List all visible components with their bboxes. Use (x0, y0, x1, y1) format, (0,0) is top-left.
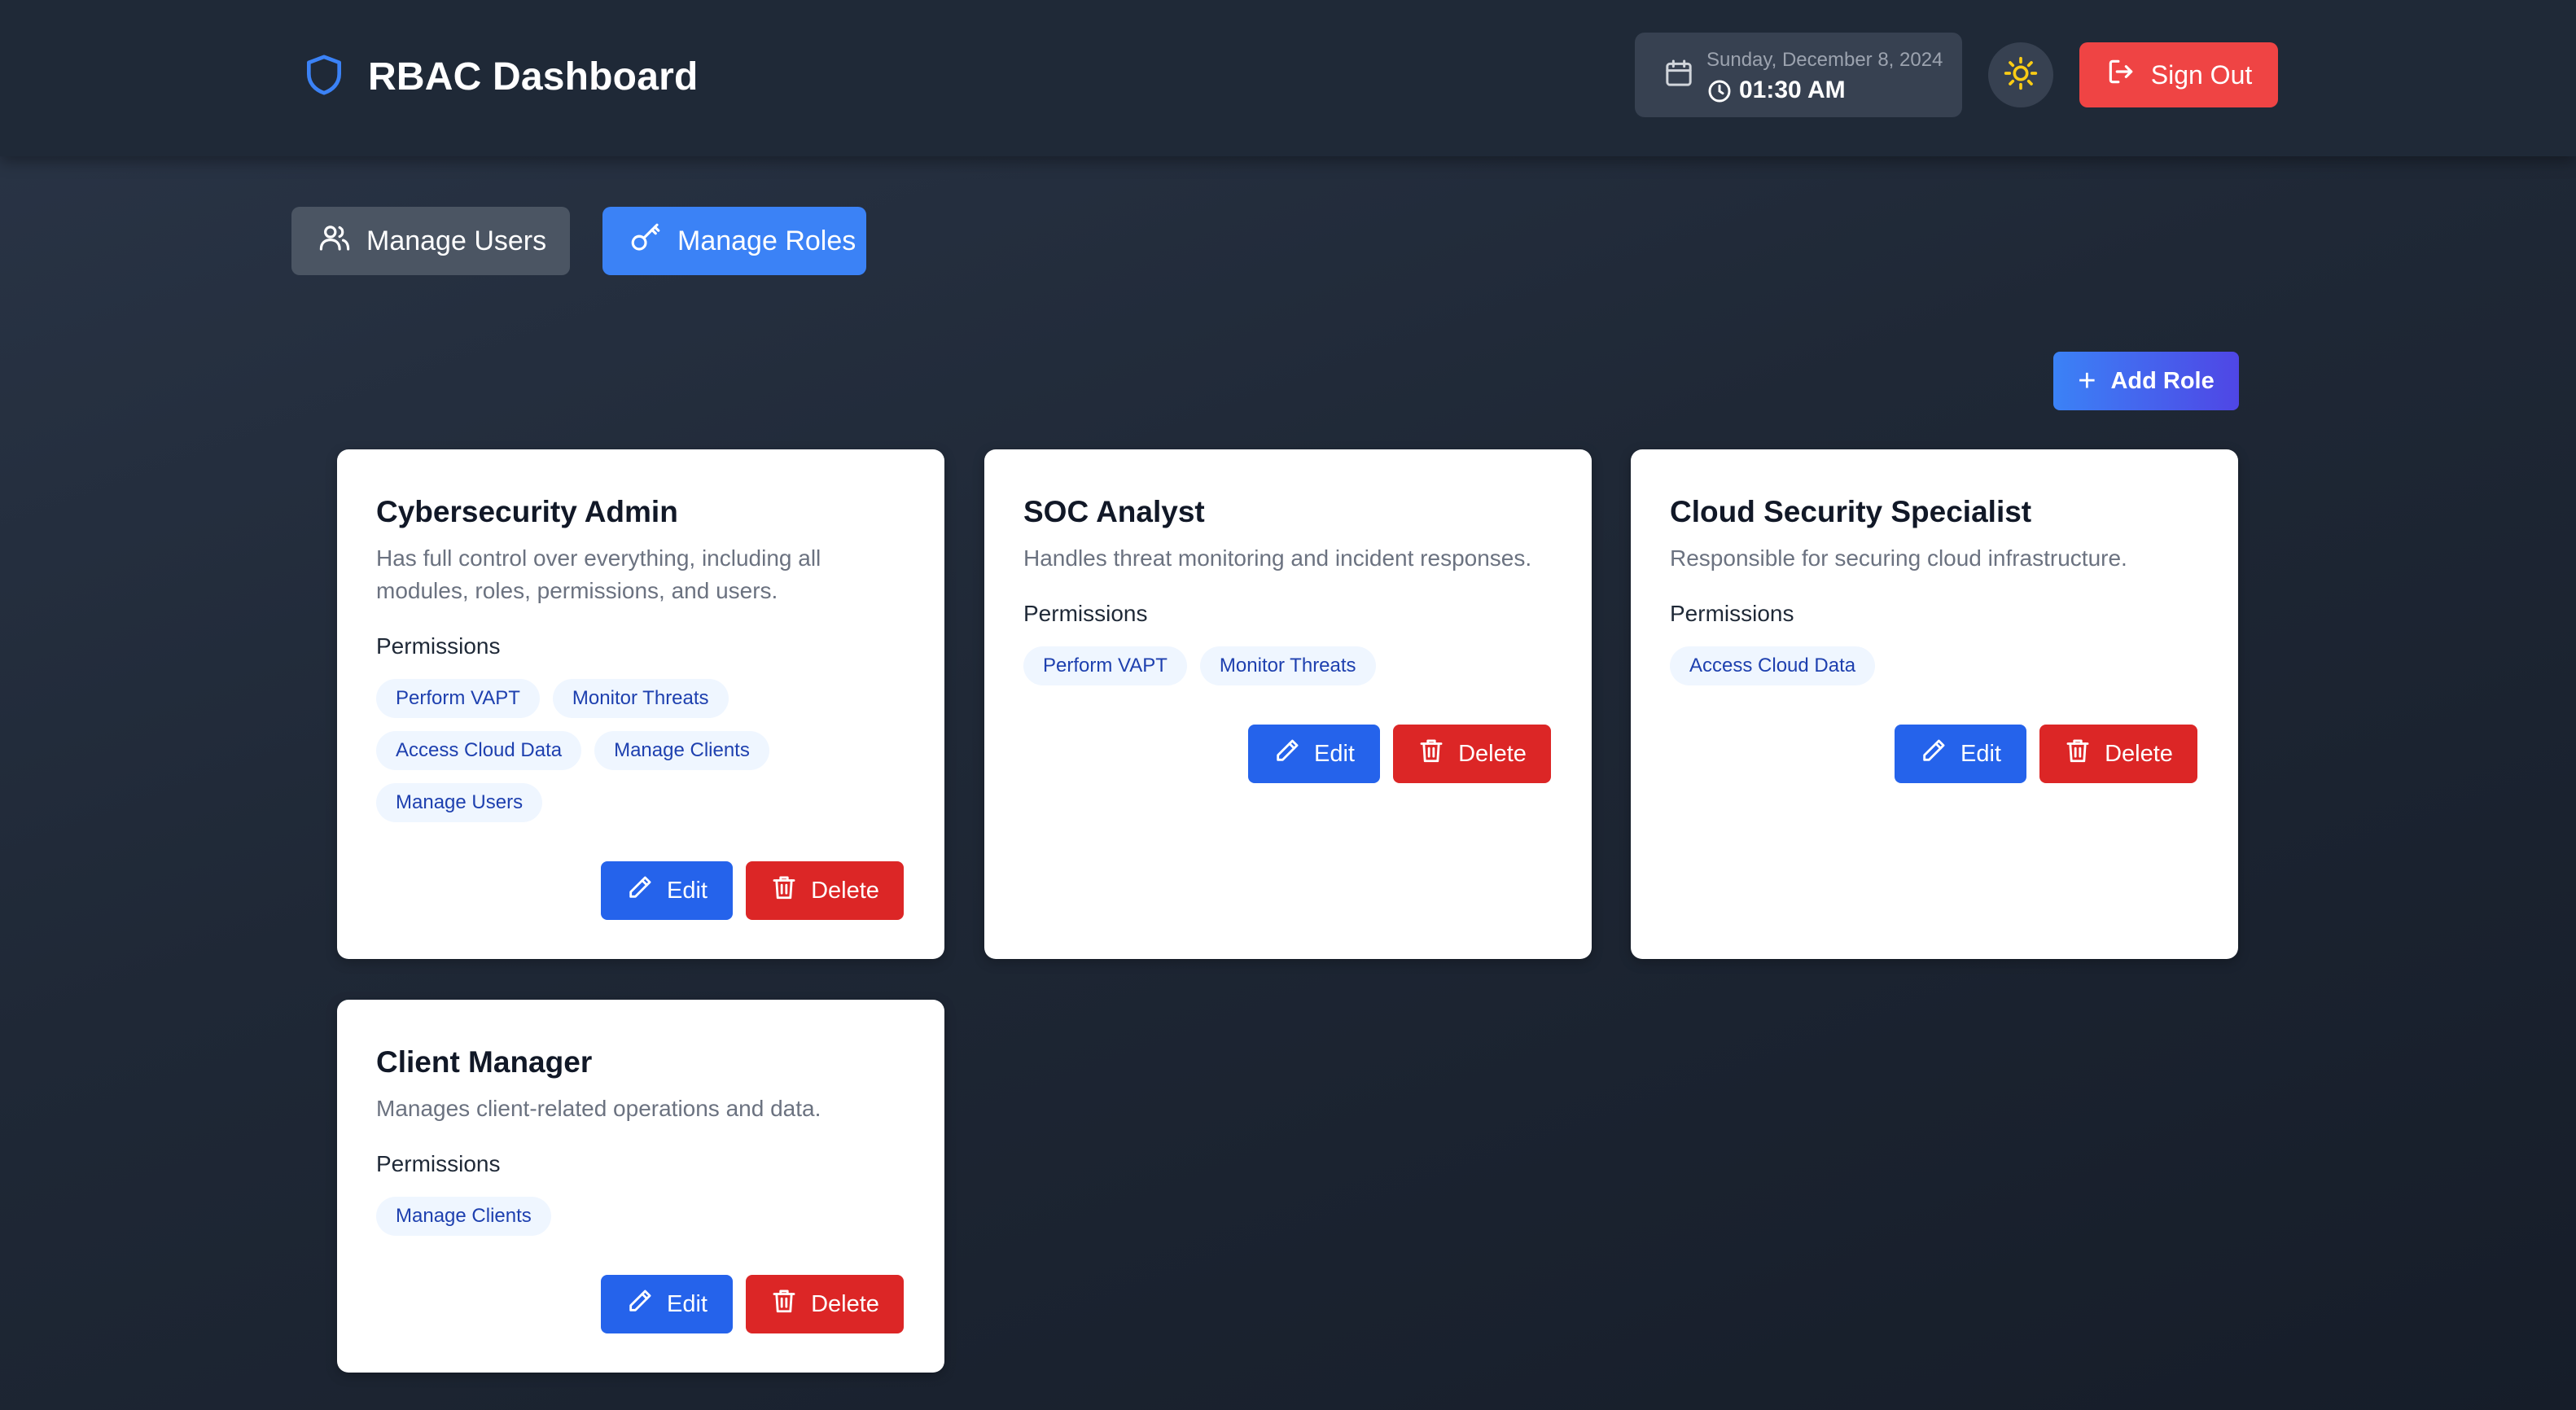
delete-label: Delete (811, 1290, 879, 1317)
card-actions: Edit Delete (1895, 725, 2197, 783)
clock-icon (1706, 78, 1733, 104)
trash-icon (770, 874, 811, 908)
permission-chips: Manage Clients (376, 1197, 897, 1236)
key-icon (629, 221, 677, 262)
calendar-icon (1663, 57, 1695, 90)
edit-label: Edit (1960, 740, 2001, 767)
permission-chip: Access Cloud Data (1670, 646, 1876, 685)
edit-label: Edit (1314, 740, 1355, 767)
role-name: Client Manager (376, 1045, 593, 1079)
role-name: SOC Analyst (1023, 495, 1205, 528)
edit-label: Edit (667, 1290, 708, 1317)
delete-label: Delete (811, 877, 879, 904)
role-name: Cloud Security Specialist (1670, 495, 2032, 528)
role-card: Client Manager Manages client-related op… (337, 1000, 944, 1373)
role-card: Cybersecurity Admin Has full control ove… (337, 449, 944, 959)
pencil-icon (626, 874, 667, 908)
permission-chip: Monitor Threats (1199, 646, 1376, 685)
current-date: Sunday, December 8, 2024 (1706, 49, 1943, 71)
edit-role-button[interactable]: Edit (601, 1275, 733, 1333)
pencil-icon (626, 1287, 667, 1321)
date-time-display: Sunday, December 8, 2024 01:30 AM (1635, 33, 1962, 117)
current-time: 01:30 AM (1739, 77, 1846, 103)
delete-label: Delete (1458, 740, 1527, 767)
permissions-label: Permissions (376, 633, 501, 659)
tab-label: Manage Users (366, 225, 547, 256)
role-description: Handles threat monitoring and incident r… (1023, 545, 1532, 571)
delete-label: Delete (2105, 740, 2173, 767)
role-description: Manages client-related operations and da… (376, 1096, 821, 1121)
sun-icon (2003, 55, 2039, 95)
edit-role-button[interactable]: Edit (601, 861, 733, 920)
delete-role-button[interactable]: Delete (746, 1275, 904, 1333)
delete-role-button[interactable]: Delete (746, 861, 904, 920)
trash-icon (1417, 737, 1458, 771)
edit-role-button[interactable]: Edit (1895, 725, 2026, 783)
log-out-icon (2105, 56, 2151, 94)
sign-out-label: Sign Out (2150, 59, 2253, 90)
role-description: Has full control over everything, includ… (376, 545, 821, 603)
tab-label: Manage Roles (677, 225, 856, 256)
pencil-icon (1273, 737, 1314, 771)
permission-chip: Perform VAPT (376, 679, 540, 718)
app-title: RBAC Dashboard (368, 55, 699, 99)
theme-toggle-button[interactable] (1988, 42, 2053, 107)
users-icon (318, 221, 366, 262)
delete-role-button[interactable]: Delete (1393, 725, 1551, 783)
sign-out-button[interactable]: Sign Out (2079, 42, 2278, 107)
permission-chips: Perform VAPT Monitor Threats (1023, 646, 1544, 685)
delete-role-button[interactable]: Delete (2039, 725, 2197, 783)
trash-icon (770, 1287, 811, 1321)
brand: RBAC Dashboard (301, 49, 699, 105)
trash-icon (2064, 737, 2105, 771)
edit-role-button[interactable]: Edit (1248, 725, 1380, 783)
add-role-button[interactable]: + Add Role (2053, 352, 2239, 410)
role-card: Cloud Security Specialist Responsible fo… (1631, 449, 2238, 959)
permissions-label: Permissions (376, 1151, 501, 1176)
card-actions: Edit Delete (601, 861, 904, 920)
role-name: Cybersecurity Admin (376, 495, 678, 528)
shield-icon (301, 49, 347, 105)
permissions-label: Permissions (1670, 601, 1794, 626)
permission-chip: Manage Clients (594, 731, 769, 770)
permission-chip: Monitor Threats (552, 679, 729, 718)
tab-manage-roles[interactable]: Manage Roles (602, 207, 866, 275)
permission-chip: Manage Clients (376, 1197, 551, 1236)
tab-manage-users[interactable]: Manage Users (291, 207, 570, 275)
add-role-label: Add Role (2110, 367, 2215, 394)
card-actions: Edit Delete (601, 1275, 904, 1333)
permission-chips: Access Cloud Data (1670, 646, 2191, 685)
permission-chip: Manage Users (376, 783, 543, 822)
top-header: RBAC Dashboard Sunday, December 8, 2024 … (0, 0, 2576, 156)
role-card: SOC Analyst Handles threat monitoring an… (984, 449, 1592, 959)
permission-chip: Perform VAPT (1023, 646, 1187, 685)
pencil-icon (1920, 737, 1960, 771)
permissions-label: Permissions (1023, 601, 1148, 626)
plus-icon: + (2078, 364, 2096, 398)
role-description: Responsible for securing cloud infrastru… (1670, 545, 2127, 571)
edit-label: Edit (667, 877, 708, 904)
permission-chip: Access Cloud Data (376, 731, 582, 770)
card-actions: Edit Delete (1248, 725, 1551, 783)
permission-chips: Perform VAPT Monitor Threats Access Clou… (376, 679, 897, 822)
